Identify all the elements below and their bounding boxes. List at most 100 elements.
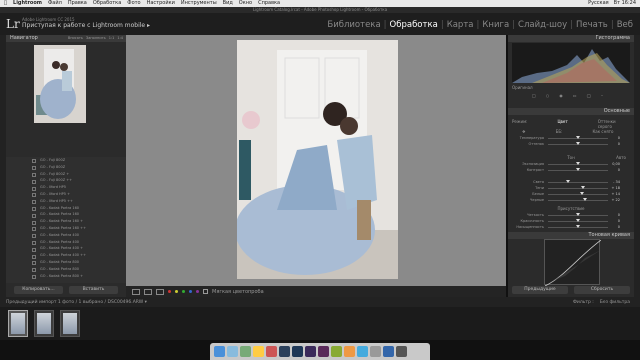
spot-removal-icon[interactable]: ○ <box>546 93 550 98</box>
slider-knob[interactable] <box>565 180 570 184</box>
finder-icon[interactable] <box>214 346 225 357</box>
brush-icon[interactable]: – <box>601 93 603 98</box>
slider-track[interactable] <box>548 181 608 183</box>
paste-settings-button[interactable]: Вставить <box>69 286 118 294</box>
color-label-yellow[interactable] <box>175 290 178 293</box>
preset-item[interactable]: GO - Kodak Portra 400 ++ <box>6 252 126 259</box>
preset-item[interactable]: GO - Fuji 800Z <box>6 164 126 171</box>
menu-app[interactable]: Lightroom <box>13 0 42 7</box>
input-language[interactable]: Русская <box>588 0 609 7</box>
slider-knob[interactable] <box>576 136 580 140</box>
preset-item[interactable]: GO - Kodak Portra 800 + <box>6 273 126 280</box>
messages-icon[interactable] <box>331 346 342 357</box>
module-develop[interactable]: Обработка <box>387 20 441 30</box>
photoshop-icon[interactable] <box>292 346 303 357</box>
preset-item[interactable]: GO - Kodak Portra 160 <box>6 211 126 218</box>
loupe-view-icon[interactable] <box>132 288 140 295</box>
thumbnail[interactable] <box>8 310 28 337</box>
slider-value[interactable]: 0 <box>618 167 620 173</box>
lightroom-icon[interactable] <box>279 346 290 357</box>
histogram-header[interactable]: Гистограмма <box>508 35 634 42</box>
redeye-icon[interactable]: ◉ <box>559 93 563 98</box>
slider-knob[interactable] <box>580 192 585 196</box>
module-book[interactable]: Книга <box>479 20 512 30</box>
word-icon[interactable] <box>383 346 394 357</box>
menu-tools[interactable]: Инструменты <box>181 0 217 7</box>
reset-button[interactable]: Сбросить <box>574 286 630 294</box>
mobile-link[interactable]: Приступая к работе с Lightroom mobile ▸ <box>22 22 150 29</box>
menu-file[interactable]: Файл <box>48 0 62 7</box>
zoom-fit[interactable]: Вписать <box>68 35 83 42</box>
preset-item[interactable]: GO - Kodak Portra 800 <box>6 259 126 266</box>
zoom-fill[interactable]: Заполнить <box>86 35 106 42</box>
maps-icon[interactable] <box>240 346 251 357</box>
slider-value[interactable]: 0 <box>618 141 620 147</box>
settings-icon[interactable] <box>370 346 381 357</box>
preset-item[interactable]: GO - Fuji 800Z + <box>6 171 126 178</box>
slider-knob[interactable] <box>576 219 580 223</box>
eyedropper-icon[interactable]: ❖ <box>522 129 526 134</box>
tone-curve-header[interactable]: Тоновая кривая <box>508 232 634 239</box>
module-web[interactable]: Веб <box>614 20 636 30</box>
preset-item[interactable]: GO - Ilford HP5 ++ <box>6 198 126 205</box>
preset-item[interactable]: GO - Kodak Portra 400 <box>6 232 126 239</box>
filter-select[interactable]: Без фильтра <box>600 300 640 305</box>
preset-item[interactable]: GO - Ilford HP5 + <box>6 191 126 198</box>
slider-knob[interactable] <box>576 225 580 229</box>
menu-help[interactable]: Справка <box>258 0 280 7</box>
module-library[interactable]: Библиотека <box>324 20 383 30</box>
slider-knob[interactable] <box>576 168 580 172</box>
slider-knob[interactable] <box>576 213 580 217</box>
color-label-red[interactable] <box>168 290 171 293</box>
vlc-icon[interactable] <box>344 346 355 357</box>
slider-value[interactable]: 0 <box>618 224 620 230</box>
calendar-icon[interactable] <box>266 346 277 357</box>
slider-knob[interactable] <box>581 186 586 190</box>
slider-knob[interactable] <box>576 162 580 166</box>
slider-knob[interactable] <box>582 198 587 202</box>
preset-item[interactable]: GO - Fuji 800Z ++ <box>6 177 126 184</box>
clock[interactable]: Вт 16:24 <box>614 0 636 7</box>
right-panel-toggle[interactable] <box>634 35 640 297</box>
slider-value[interactable]: + 22 <box>612 197 621 203</box>
notes-icon[interactable] <box>253 346 264 357</box>
main-photo[interactable] <box>237 40 398 279</box>
navigator-preview[interactable] <box>34 45 86 123</box>
module-slideshow[interactable]: Слайд-шоу <box>515 20 570 30</box>
navigator-header[interactable]: Навигатор Вписать Заполнить 1:1 1:4 <box>6 35 126 42</box>
slider-track[interactable] <box>548 199 608 201</box>
color-label-blue[interactable] <box>189 290 192 293</box>
basic-header[interactable]: Основные <box>508 108 634 115</box>
preset-item[interactable]: GO - Kodak Portra 400 + <box>6 245 126 252</box>
preset-item[interactable]: GO - Ilford HP5 <box>6 184 126 191</box>
apple-icon[interactable]:  <box>4 0 7 7</box>
aftereffects-icon[interactable] <box>318 346 329 357</box>
premiere-icon[interactable] <box>305 346 316 357</box>
tone-curve[interactable] <box>544 239 602 287</box>
menu-view[interactable]: Вид <box>223 0 233 7</box>
soft-proof-checkbox[interactable] <box>203 289 208 294</box>
preset-item[interactable]: GO - Fuji 800Z <box>6 157 126 164</box>
radial-filter-icon[interactable]: ◯ <box>587 93 591 98</box>
slider-knob[interactable] <box>576 142 580 146</box>
module-map[interactable]: Карта <box>444 20 477 30</box>
slider-track[interactable] <box>548 187 608 189</box>
menu-photo[interactable]: Фото <box>127 0 140 7</box>
slider-track[interactable] <box>548 193 608 195</box>
preset-item[interactable]: GO - Kodak Portra 160 ++ <box>6 225 126 232</box>
color-label-purple[interactable] <box>196 290 199 293</box>
preset-item[interactable]: GO - Kodak Portra 400 <box>6 239 126 246</box>
menu-settings[interactable]: Настройки <box>147 0 175 7</box>
color-label-green[interactable] <box>182 290 185 293</box>
preset-item[interactable]: GO - Kodak Portra 800 <box>6 266 126 273</box>
trash-icon[interactable] <box>396 346 407 357</box>
zoom-1-1[interactable]: 1:1 <box>109 35 115 42</box>
menu-edit[interactable]: Правка <box>68 0 87 7</box>
safari-icon[interactable] <box>227 346 238 357</box>
menu-window[interactable]: Окно <box>239 0 252 7</box>
menu-develop[interactable]: Обработка <box>93 0 121 7</box>
treatment-color[interactable]: Цвет <box>557 119 567 129</box>
thumbnail[interactable] <box>60 310 80 337</box>
auto-tone-button[interactable]: Авто <box>616 155 626 160</box>
preset-item[interactable]: GO - Kodak Portra 160 + <box>6 218 126 225</box>
